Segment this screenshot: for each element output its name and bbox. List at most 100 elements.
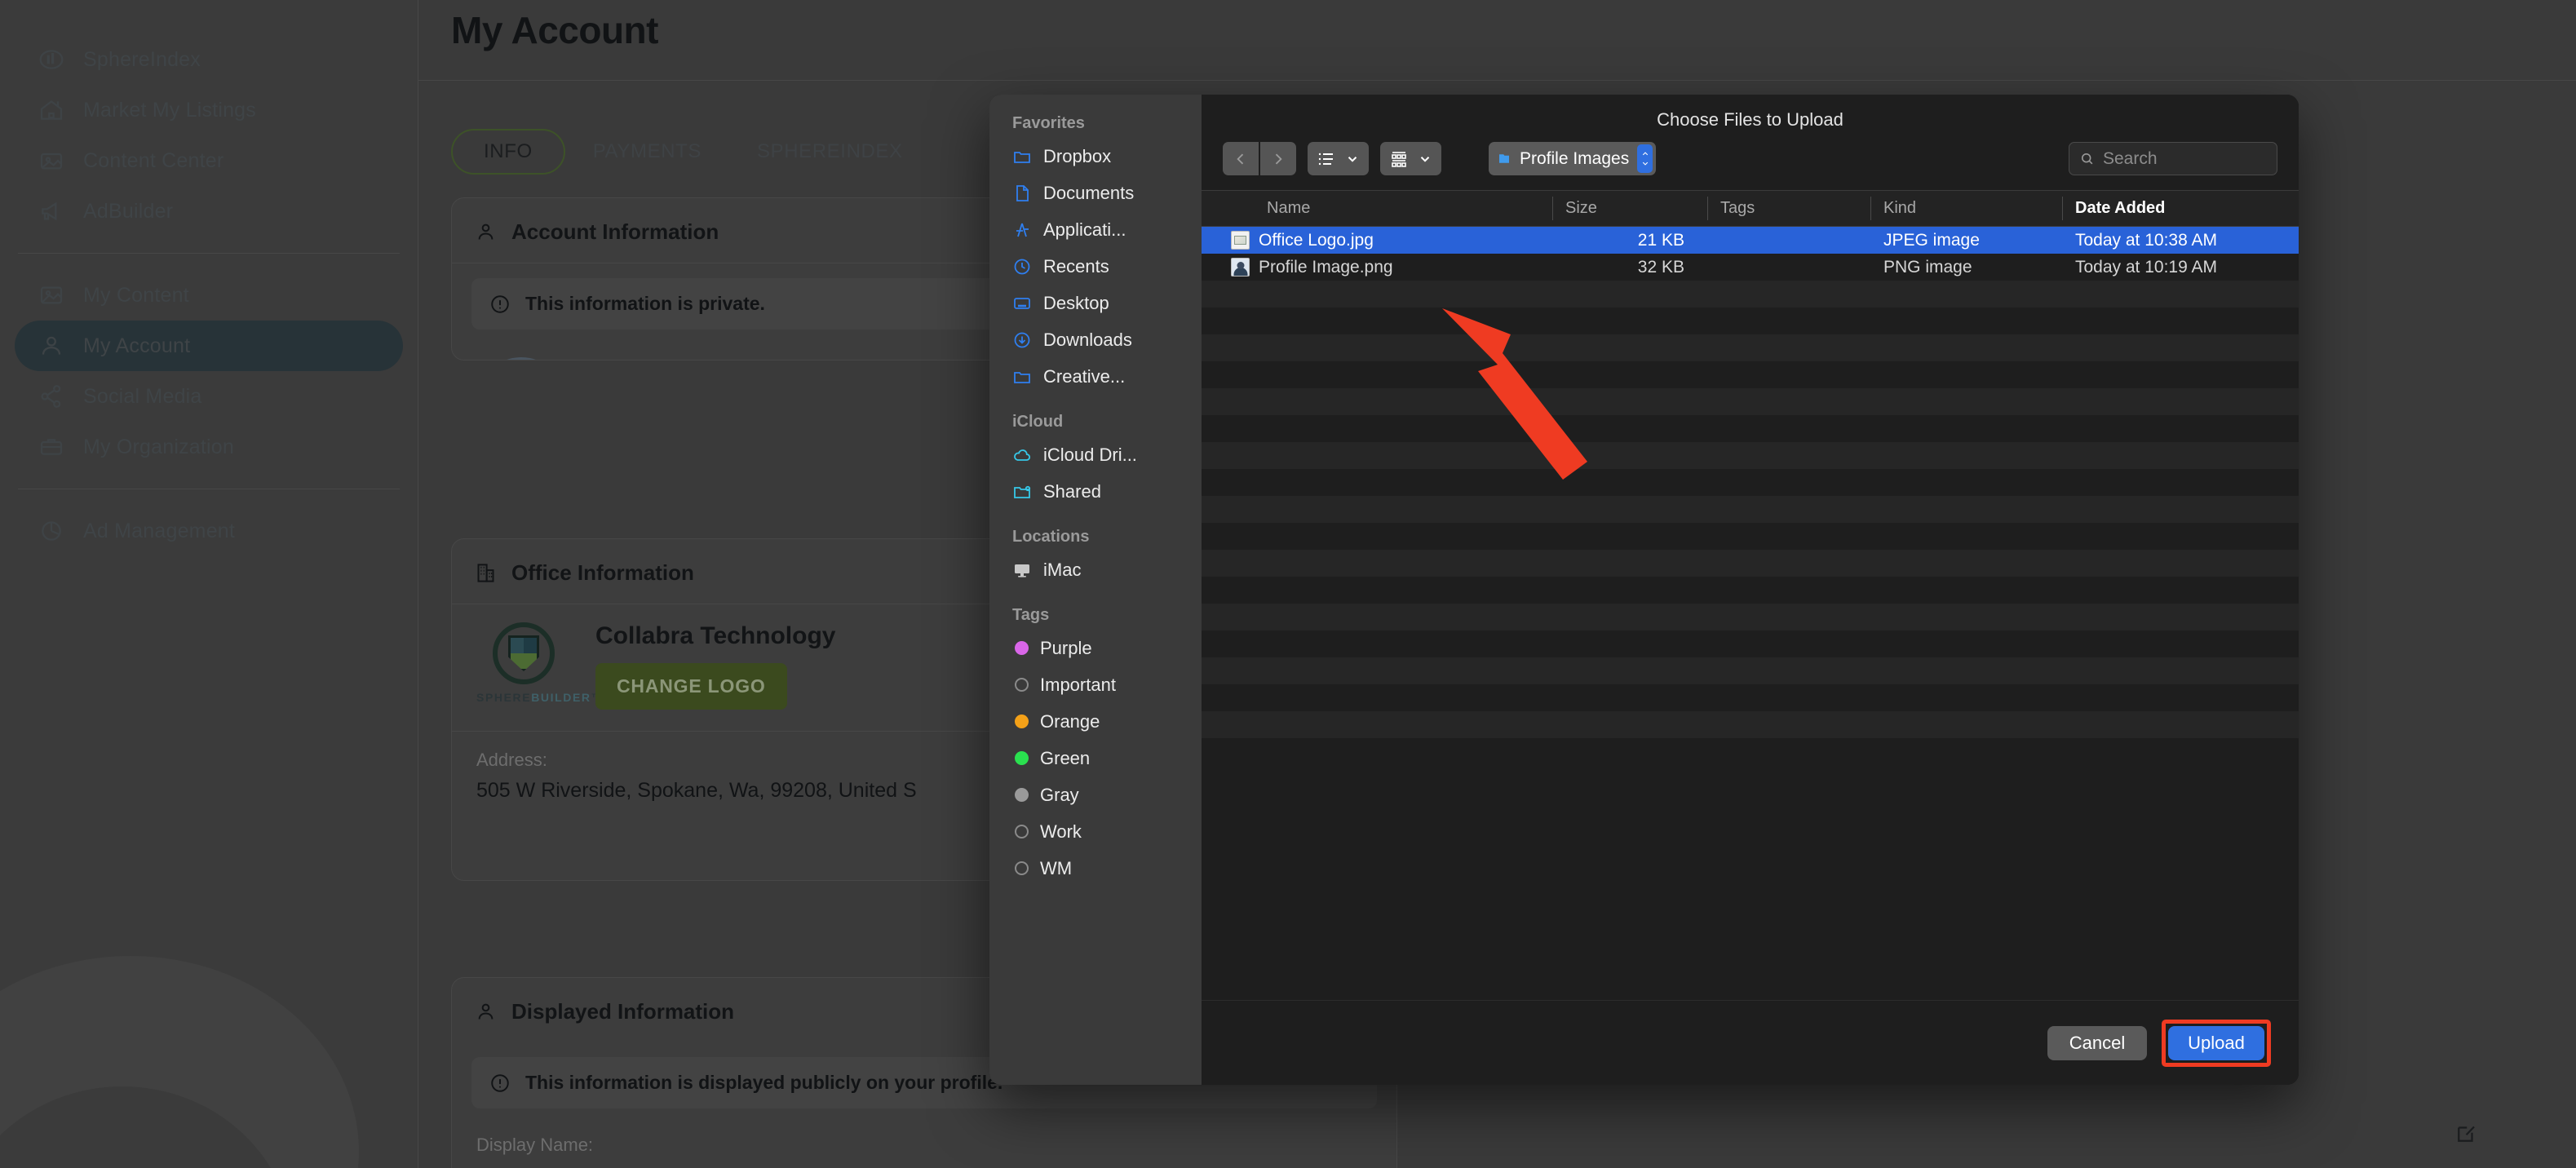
column-header-name[interactable]: Name [1202,191,1552,226]
tab-info[interactable]: INFO [451,129,565,175]
file-size-cell: 32 KB [1637,257,1684,277]
file-date-cell: Today at 10:38 AM [2075,230,2217,250]
person-icon [38,332,65,360]
table-row-empty [1202,469,2299,496]
sidebar-item-shared[interactable]: Shared [989,473,1202,510]
sidebar-item-dropbox[interactable]: Dropbox [989,138,1202,175]
column-header-tags[interactable]: Tags [1707,191,1870,226]
tag-dot-icon [1015,641,1029,655]
sidebar-brand[interactable]: SphereIndex [15,34,403,85]
applications-icon [1016,223,1029,237]
sidebar-tag-orange[interactable]: Orange [989,703,1202,740]
pie-chart-icon [38,517,65,545]
table-row-empty [1202,415,2299,442]
table-row-empty [1202,630,2299,657]
table-row-empty [1202,523,2299,550]
tab-payments[interactable]: PAYMENTS [565,129,729,175]
search-icon [2082,153,2093,165]
file-date-cell: Today at 10:19 AM [2075,257,2217,277]
sidebar-item-label: iCloud Dri... [1043,444,1137,465]
folder-icon [1498,154,1509,163]
chevron-left-icon [1237,153,1244,164]
sidebar-tag-important[interactable]: Important [989,666,1202,703]
sidebar-item-creative[interactable]: Creative... [989,358,1202,395]
app-sidebar: SphereIndex Market My Listings Content C… [0,0,418,1168]
file-list-header: Name Size Tags Kind Date Added [1202,190,2299,227]
sidebar-section-title-tags: Tags [1012,606,1050,624]
sidebar-item-downloads[interactable]: Downloads [989,321,1202,358]
column-header-kind[interactable]: Kind [1870,191,2062,226]
sidebar-section-title-favorites: Favorites [1012,114,1085,132]
navigation-buttons [1223,142,1296,175]
sidebar-tag-gray[interactable]: Gray [989,776,1202,813]
organization-name: Collabra Technology [595,622,836,649]
file-name: Profile Image.png [1259,257,1393,277]
sidebar-item-my-content[interactable]: My Content [15,270,403,321]
table-row-empty [1202,711,2299,738]
dialog-footer: Cancel Upload [1202,1000,2299,1085]
sidebar-section-title-icloud: iCloud [1012,413,1064,431]
cancel-button[interactable]: Cancel [2047,1025,2147,1060]
sidebar-item-applications[interactable]: Applicati... [989,211,1202,248]
sidebar-item-adbuilder[interactable]: AdBuilder [15,186,403,237]
back-button[interactable] [1223,142,1259,175]
sidebar-tag-green[interactable]: Green [989,740,1202,776]
sidebar-item-ad-management[interactable]: Ad Management [15,506,403,556]
search-input[interactable]: Search [2069,142,2277,175]
sidebar-item-label: My Account [83,334,191,357]
tag-dot-icon [1015,715,1029,728]
upload-button-highlight: Upload [2162,1019,2271,1067]
sidebar-item-label: Work [1040,821,1082,842]
sidebar-item-icloud-drive[interactable]: iCloud Dri... [989,436,1202,473]
path-stepper[interactable] [1637,144,1653,173]
sidebar-item-documents[interactable]: Documents [989,175,1202,211]
briefcase-icon [38,433,65,461]
table-row-empty [1202,442,2299,469]
sidebar-tag-work[interactable]: Work [989,813,1202,850]
chevron-down-icon [1642,161,1648,166]
sidebar-item-content-center[interactable]: Content Center [15,135,403,186]
column-header-date-added[interactable]: Date Added [2062,191,2299,226]
sidebar-item-label: Recents [1043,255,1109,277]
edit-icon[interactable] [2454,1122,2478,1150]
forward-button[interactable] [1260,142,1296,175]
sidebar-item-my-organization[interactable]: My Organization [15,422,403,472]
share-icon [38,383,65,410]
table-row-empty [1202,684,2299,711]
path-popup-button[interactable]: Profile Images [1489,142,1656,175]
profile-name: Jordyn Murdock [591,357,885,360]
sidebar-item-label: Shared [1043,480,1101,502]
file-name-cell: Profile Image.png [1202,258,1552,277]
table-row-empty [1202,604,2299,630]
sidebar-item-label: Downloads [1043,329,1132,350]
sidebar-item-imac[interactable]: iMac [989,551,1202,588]
sidebar-item-my-account[interactable]: My Account [15,321,403,371]
sidebar-tag-purple[interactable]: Purple [989,630,1202,666]
tab-sphereindex[interactable]: SPHEREINDEX [729,129,931,175]
table-row[interactable]: Profile Image.png 32 KB PNG image Today … [1202,254,2299,281]
upload-button[interactable]: Upload [2168,1025,2264,1060]
cloud-icon [1014,449,1031,461]
sidebar-item-label: My Content [83,283,189,307]
file-list-rows: Office Logo.jpg 21 KB JPEG image Today a… [1202,227,2299,1000]
imac-icon [1015,564,1029,577]
table-row-empty [1202,496,2299,523]
sidebar-item-label: Dropbox [1043,145,1112,166]
sidebar-item-market-my-listings[interactable]: Market My Listings [15,85,403,135]
view-mode-button[interactable] [1308,142,1369,175]
chevron-right-icon [1275,153,1282,164]
folder-icon [1014,151,1030,163]
sidebar-item-recents[interactable]: Recents [989,248,1202,285]
group-by-button[interactable] [1380,142,1441,175]
table-row-empty [1202,388,2299,415]
sidebar-item-desktop[interactable]: Desktop [989,285,1202,321]
table-row[interactable]: Office Logo.jpg 21 KB JPEG image Today a… [1202,227,2299,254]
megaphone-icon [38,197,65,225]
change-logo-button[interactable]: CHANGE LOGO [595,663,787,710]
desktop-icon [1014,297,1030,309]
chevron-up-icon [1642,152,1648,156]
sidebar-item-label: Important [1040,674,1116,695]
sidebar-item-social-media[interactable]: Social Media [15,371,403,422]
column-header-size[interactable]: Size [1552,191,1707,226]
sidebar-tag-wm[interactable]: WM [989,850,1202,887]
